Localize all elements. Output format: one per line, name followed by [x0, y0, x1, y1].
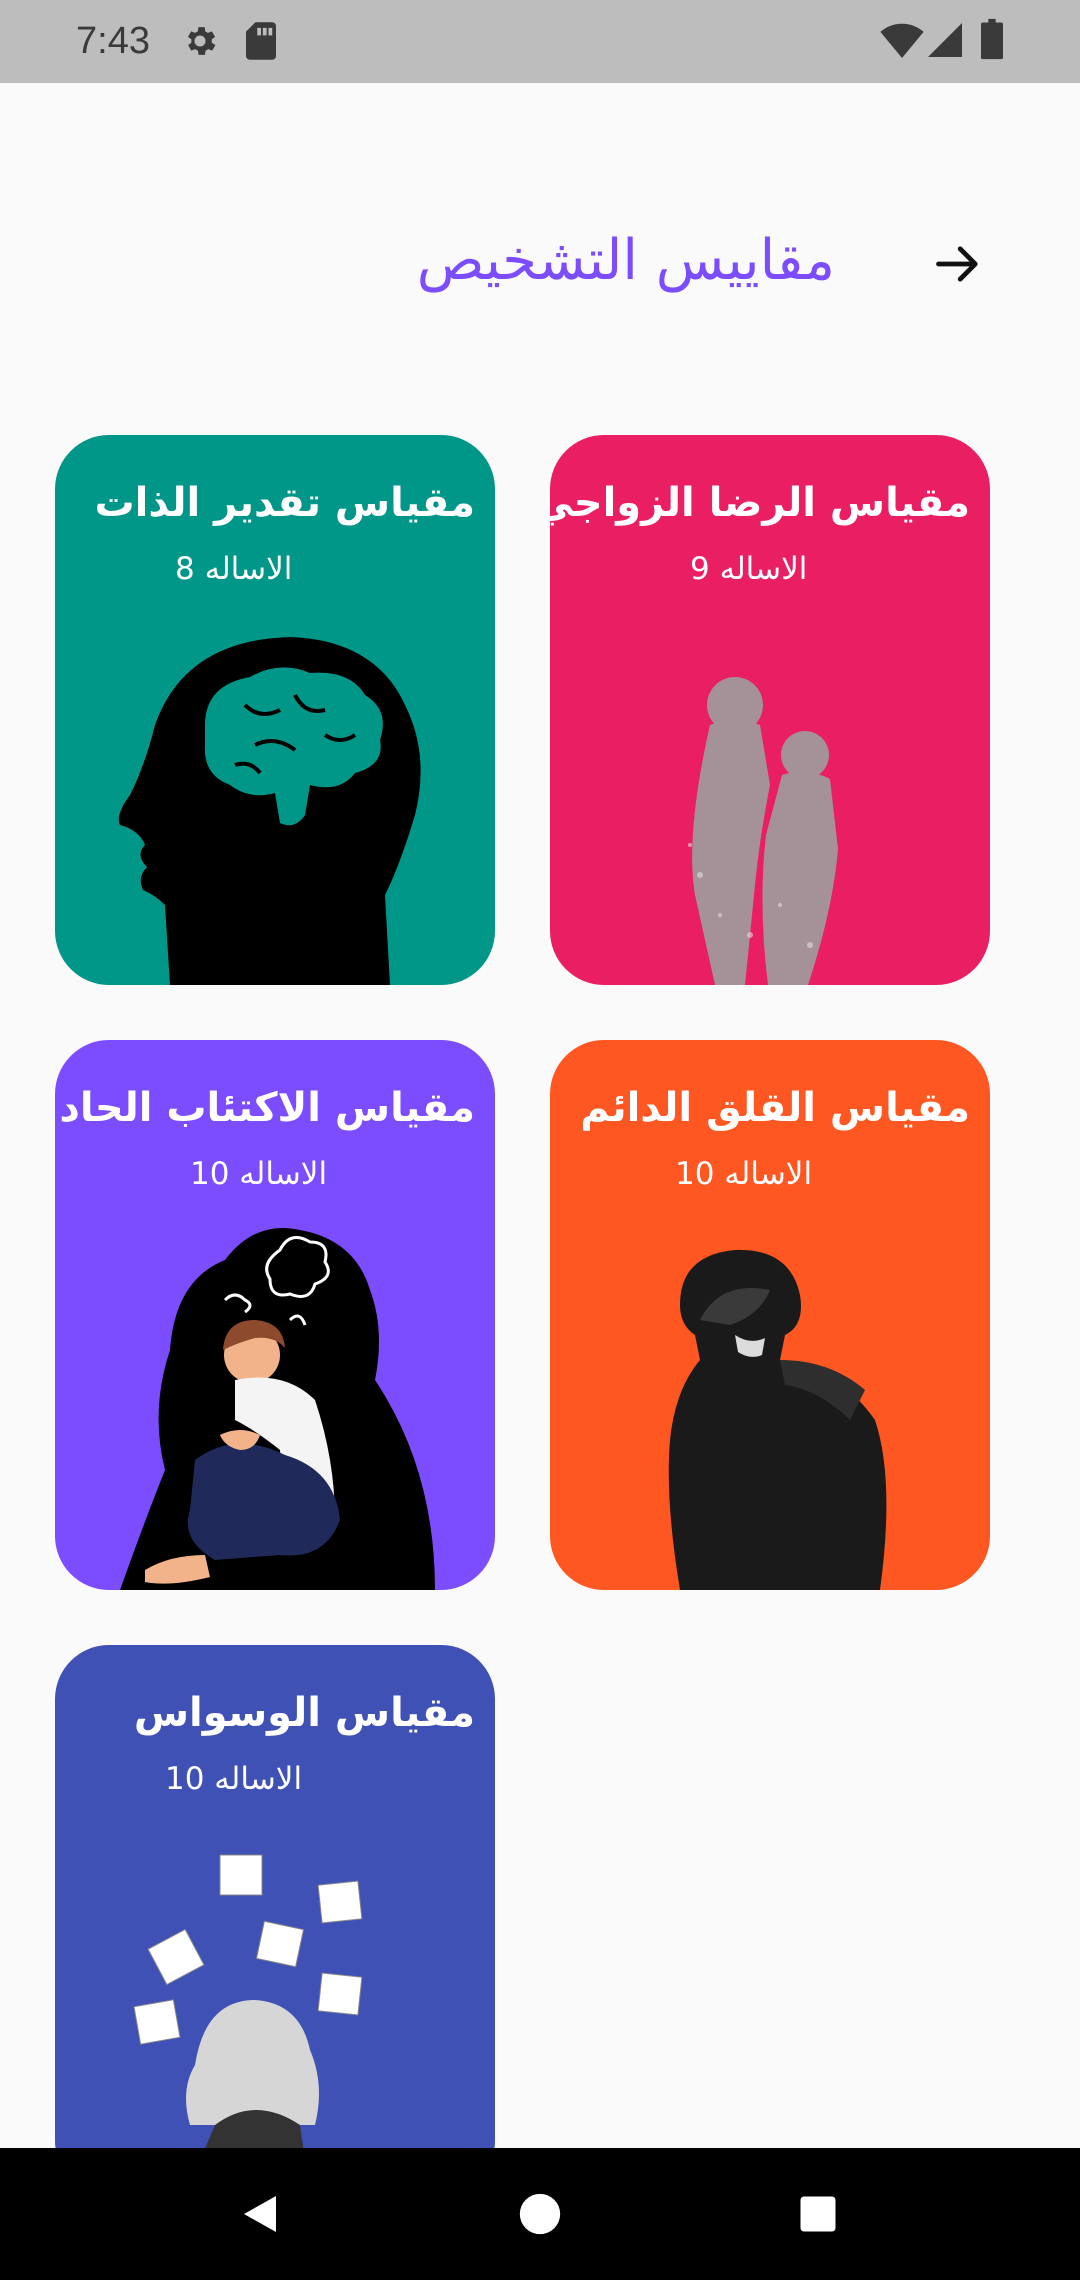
back-button[interactable]	[925, 231, 991, 297]
arrow-right-icon	[936, 246, 978, 282]
status-time: 7:43	[76, 20, 150, 62]
signal-icon	[928, 22, 962, 62]
back-triangle-icon	[244, 2196, 276, 2232]
couple-silhouette-image	[688, 677, 838, 985]
gear-icon	[181, 22, 219, 64]
card-marital-satisfaction[interactable]: مقياس الرضا الزواجي الاساله 9	[550, 435, 990, 985]
battery-icon	[981, 18, 1003, 64]
card-title: مقياس الاكتئاب الحاد	[59, 1085, 475, 1131]
sd-card-icon	[246, 22, 276, 64]
nav-back-button[interactable]	[224, 2178, 296, 2250]
hooded-boy-image	[668, 1249, 887, 1590]
nav-recents-button[interactable]	[782, 2178, 854, 2250]
sad-person-shadow-image	[120, 1228, 435, 1590]
card-question-count: الاساله 10	[675, 1156, 813, 1192]
nav-home-button[interactable]	[504, 2178, 576, 2250]
navigation-bar	[0, 2148, 1080, 2280]
person-with-notes-image	[133, 1854, 363, 2148]
home-circle-icon	[519, 2193, 561, 2235]
main-screen: مقاييس التشخيص مقياس الرضا الزواجي الاسا…	[0, 83, 1080, 2148]
page-title: مقاييس التشخيص	[416, 228, 835, 293]
card-severe-depression[interactable]: مقياس الاكتئاب الحاد الاساله 10	[55, 1040, 495, 1590]
card-question-count: الاساله 8	[175, 551, 293, 587]
card-question-count: الاساله 10	[190, 1156, 328, 1192]
card-title: مقياس القلق الدائم	[580, 1085, 970, 1131]
card-question-count: الاساله 10	[165, 1761, 303, 1797]
card-self-esteem[interactable]: مقياس تقدير الذات الاساله 8	[55, 435, 495, 985]
card-question-count: الاساله 9	[690, 551, 808, 587]
card-title: مقياس تقدير الذات	[94, 480, 475, 526]
card-title: مقياس الرضا الزواجي	[550, 480, 970, 526]
recents-square-icon	[800, 2196, 836, 2232]
card-obsession[interactable]: مقياس الوسواس الاساله 10	[55, 1645, 495, 2148]
status-bar: 7:43	[0, 0, 1080, 83]
head-brain-image	[118, 637, 421, 985]
card-title: مقياس الوسواس	[133, 1690, 475, 1736]
wifi-icon	[880, 22, 924, 62]
card-persistent-anxiety[interactable]: مقياس القلق الدائم الاساله 10	[550, 1040, 990, 1590]
